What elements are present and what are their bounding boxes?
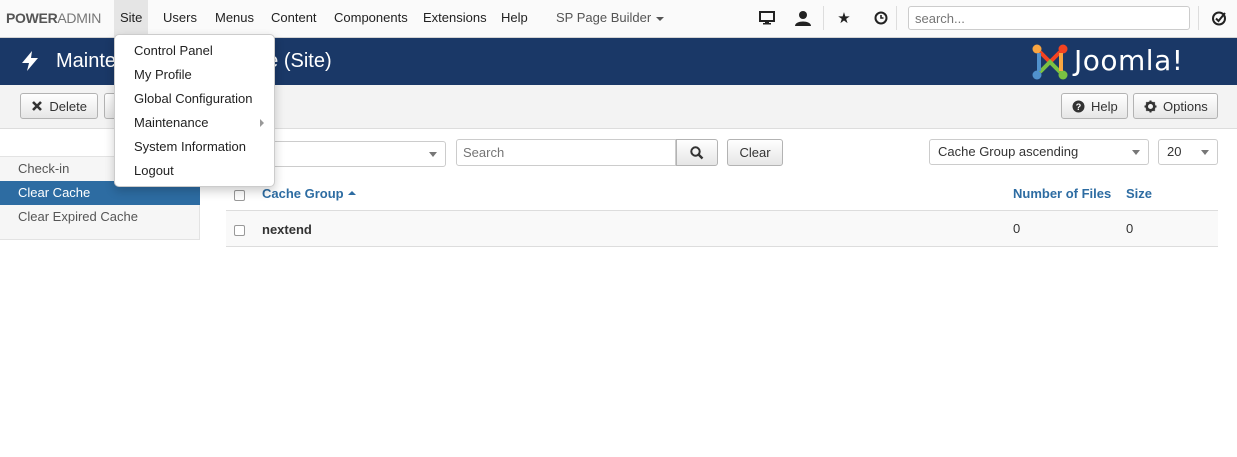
chevron-down-icon — [1201, 150, 1209, 155]
nav-sp-page-builder[interactable]: SP Page Builder — [550, 0, 670, 38]
select-all-checkbox[interactable] — [234, 190, 245, 201]
table-row: nextend 0 0 — [226, 211, 1218, 247]
chevron-down-icon — [429, 152, 437, 157]
menu-item-maintenance[interactable]: Maintenance — [115, 111, 274, 135]
nav-components[interactable]: Components — [328, 0, 414, 38]
menu-item-control-panel[interactable]: Control Panel — [115, 39, 274, 63]
limit-select-value: 20 — [1167, 144, 1182, 159]
delete-button[interactable]: Delete — [20, 93, 98, 119]
nav-divider — [896, 6, 897, 30]
close-icon — [31, 99, 43, 113]
cell-number-of-files: 0 — [1013, 221, 1021, 236]
search-input[interactable] — [456, 139, 676, 166]
delete-button-label: Delete — [49, 98, 87, 114]
clock-icon[interactable] — [871, 8, 891, 28]
row-checkbox[interactable] — [234, 225, 245, 236]
joomla-logo-text: Joomla! — [1074, 44, 1184, 77]
nav-sp-page-builder-label: SP Page Builder — [556, 10, 652, 25]
page-title-left: Mainte — [56, 50, 117, 72]
brand-logo[interactable]: POWERADMIN — [6, 10, 101, 26]
svg-text:?: ? — [1076, 102, 1082, 112]
gear-icon — [1144, 99, 1157, 113]
search-icon — [690, 145, 704, 159]
chevron-right-icon — [260, 119, 264, 127]
limit-select[interactable]: 20 — [1158, 139, 1218, 165]
star-icon[interactable]: ★ — [834, 8, 854, 28]
top-search-input[interactable] — [908, 6, 1190, 30]
site-dropdown-menu: Control Panel My Profile Global Configur… — [114, 34, 275, 187]
chevron-down-icon — [1132, 150, 1140, 155]
menu-item-system-information[interactable]: System Information — [115, 135, 274, 159]
joomla-logo-icon — [1032, 44, 1068, 80]
search-button[interactable] — [676, 139, 718, 166]
menu-item-my-profile[interactable]: My Profile — [115, 63, 274, 87]
brand-light: ADMIN — [57, 10, 102, 26]
menu-item-global-configuration[interactable]: Global Configuration — [115, 87, 274, 111]
clear-button[interactable]: Clear — [727, 139, 783, 166]
chevron-down-icon — [656, 16, 665, 21]
menu-item-maintenance-label: Maintenance — [134, 115, 209, 130]
nav-users[interactable]: Users — [157, 0, 203, 38]
top-navbar: POWERADMIN Site Users Menus Content Comp… — [0, 0, 1237, 38]
user-icon[interactable] — [793, 8, 813, 28]
sort-select-value: Cache Group ascending — [938, 144, 1079, 159]
question-icon: ? — [1072, 99, 1085, 113]
joomla-status-icon[interactable] — [1209, 8, 1229, 28]
nav-divider — [823, 6, 824, 30]
help-button-label: Help — [1091, 98, 1118, 114]
brand-bold: POWER — [6, 10, 58, 26]
sort-ascending-icon — [347, 190, 356, 195]
cell-size: 0 — [1126, 221, 1134, 236]
column-header-number-of-files[interactable]: Number of Files — [1013, 186, 1111, 201]
nav-content[interactable]: Content — [265, 0, 323, 38]
nav-menus[interactable]: Menus — [209, 0, 260, 38]
column-header-cache-group-label: Cache Group — [262, 186, 344, 201]
lightning-icon — [22, 51, 38, 71]
column-header-cache-group[interactable]: Cache Group — [262, 186, 356, 201]
nav-site[interactable]: Site — [114, 0, 149, 38]
sort-select[interactable]: Cache Group ascending — [929, 139, 1149, 165]
sidebar-item-clear-expired-cache[interactable]: Clear Expired Cache — [0, 205, 200, 229]
cell-cache-group: nextend — [262, 222, 312, 237]
nav-help[interactable]: Help — [495, 0, 534, 38]
options-button[interactable]: Options — [1133, 93, 1218, 119]
nav-extensions[interactable]: Extensions — [417, 0, 493, 38]
menu-item-logout[interactable]: Logout — [115, 159, 274, 183]
options-button-label: Options — [1163, 98, 1208, 114]
nav-divider — [1198, 6, 1199, 30]
help-button[interactable]: ? Help — [1061, 93, 1128, 119]
table-header-row: Cache Group Number of Files Size — [226, 176, 1218, 211]
column-header-size[interactable]: Size — [1126, 186, 1152, 201]
monitor-icon[interactable] — [757, 8, 777, 28]
